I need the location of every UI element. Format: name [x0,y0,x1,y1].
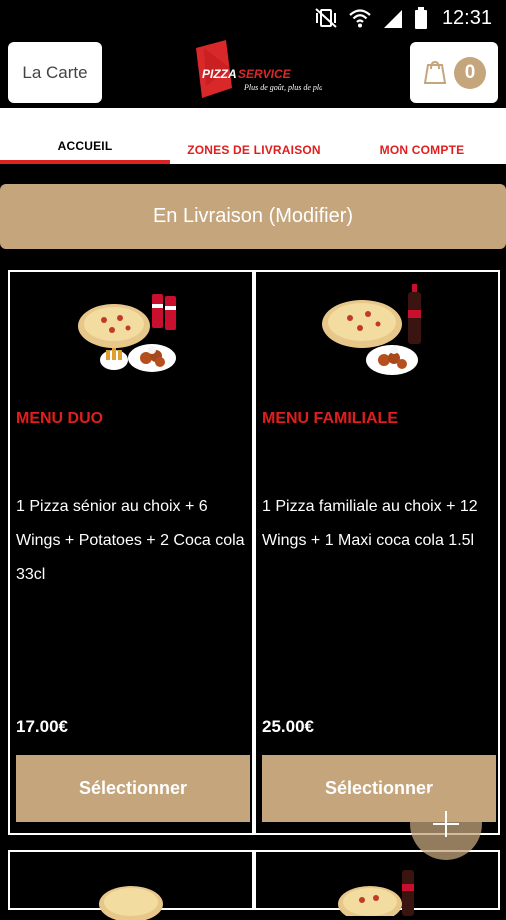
vibrate-off-icon [315,8,337,28]
product-price: 17.00€ [16,717,68,736]
battery-icon [414,7,427,29]
tab-accueil[interactable]: ACCUEIL [0,108,170,164]
app-header: La Carte PIZZA SERVICE Plus de goût, plu… [0,36,506,108]
logo-text-pizza: PIZZA [202,67,237,81]
product-card: MENU FAMILIALE 1 Pizza familiale au choi… [254,270,500,835]
logo-tagline: Plus de goût, plus de plaisir! [243,83,322,92]
status-time: 12:31 [441,6,492,29]
product-price: 25.00€ [262,717,314,736]
la-carte-button[interactable]: La Carte [8,42,102,103]
pizza-image [99,886,163,920]
product-description: 1 Pizza sénior au choix + 6 Wings + Pota… [16,498,245,583]
tab-mon-compte[interactable]: MON COMPTE [338,108,506,164]
select-button[interactable]: Sélectionner [16,755,250,822]
shopping-bag-icon [423,60,447,84]
pizza-service-logo: PIZZA SERVICE Plus de goût, plus de plai… [192,38,337,100]
pizza-coca-image [338,870,414,916]
product-card [8,850,254,920]
plus-icon [433,811,459,837]
add-fab-button[interactable] [410,788,482,860]
product-description: 1 Pizza familiale au choix + 12 Wings + … [262,498,478,549]
cart-count-badge: 0 [454,56,486,89]
product-title: MENU DUO [16,410,104,427]
wifi-icon [349,9,371,28]
menu-duo-image [78,294,176,372]
product-card [254,850,500,916]
tab-zones-de-livraison[interactable]: ZONES DE LIVRAISON [170,108,338,164]
product-title: MENU FAMILIALE [262,410,398,427]
delivery-mode-button[interactable]: En Livraison (Modifier) [0,184,506,249]
tab-bar: ACCUEIL ZONES DE LIVRAISON MON COMPTE [0,108,506,164]
status-bar: 12:31 [0,0,506,36]
product-card: MENU DUO 1 Pizza sénior au choix + 6 Win… [8,270,254,835]
signal-icon [383,10,402,28]
logo-text-service: SERVICE [238,67,292,81]
cart-button[interactable]: 0 [410,42,498,103]
menu-familiale-image [322,284,421,375]
